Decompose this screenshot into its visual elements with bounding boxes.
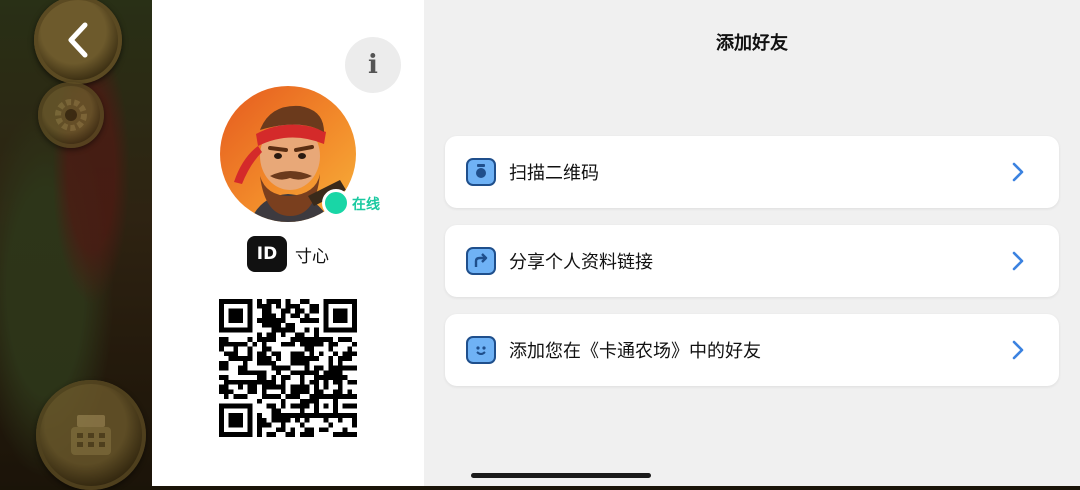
page-title: 添加好友 xyxy=(716,33,788,54)
cash-register-icon xyxy=(71,415,111,455)
share-icon xyxy=(466,247,496,275)
chevron-right-icon xyxy=(1012,162,1024,182)
add-hayday-friends-option[interactable]: 添加您在《卡通农场》中的好友 xyxy=(445,314,1059,386)
online-status-dot xyxy=(322,189,350,217)
share-profile-link-option[interactable]: 分享个人资料链接 xyxy=(445,225,1059,297)
info-button[interactable]: i xyxy=(345,37,401,93)
player-id-row: ID 寸心 xyxy=(247,236,329,272)
online-status-label: 在线 xyxy=(352,197,380,213)
chevron-left-icon xyxy=(68,22,88,58)
face-icon xyxy=(466,336,496,364)
back-button[interactable] xyxy=(34,0,122,84)
home-indicator[interactable] xyxy=(471,473,651,478)
chevron-right-icon xyxy=(1012,251,1024,271)
gear-icon xyxy=(55,99,87,131)
chevron-right-icon xyxy=(1012,340,1024,360)
settings-button[interactable] xyxy=(38,82,104,148)
id-badge: ID xyxy=(247,236,287,272)
option-label: 分享个人资料链接 xyxy=(509,252,653,273)
scan-qr-option[interactable]: 扫描二维码 xyxy=(445,136,1059,208)
option-label: 添加您在《卡通农场》中的好友 xyxy=(509,341,761,362)
option-label: 扫描二维码 xyxy=(509,163,599,184)
camera-icon xyxy=(466,158,496,186)
username: 寸心 xyxy=(295,246,329,267)
info-icon: i xyxy=(368,50,378,80)
add-friends-screen: 添加好友 扫描二维码 分享个人资料链接 添加您在《卡通农场》中的好友 xyxy=(424,0,1080,486)
profile-panel: i 在线 ID 寸心 xyxy=(152,0,424,486)
shop-button[interactable] xyxy=(36,380,146,490)
qr-code xyxy=(219,299,357,437)
